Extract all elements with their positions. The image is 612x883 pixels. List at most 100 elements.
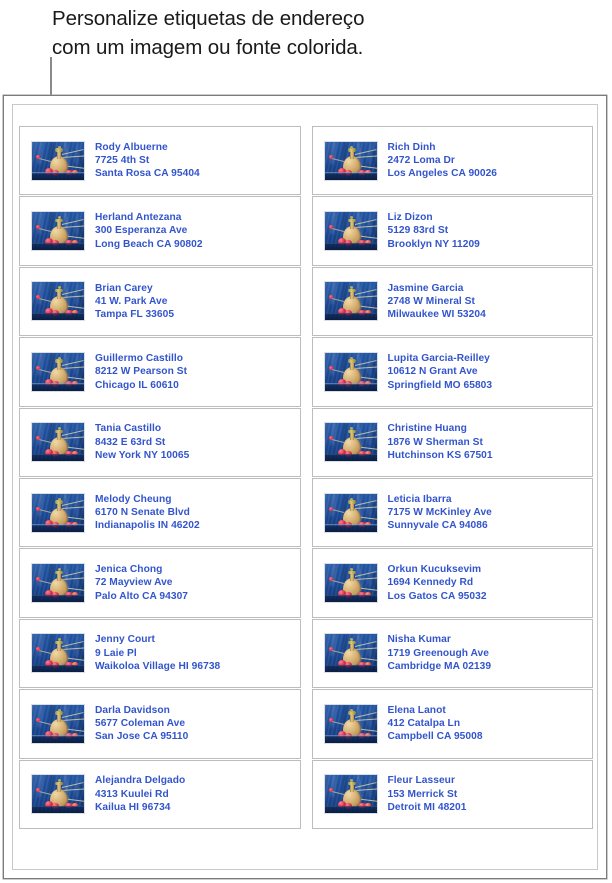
recipient-city: Palo Alto CA 94307	[95, 590, 188, 602]
recipient-city: Campbell CA 95008	[387, 731, 483, 743]
address-block: Lupita Garcia-Reilley 10612 N Grant Ave Sp…	[388, 352, 493, 392]
recipient-street: 8432 E 63rd St	[95, 436, 166, 448]
perfume-bottle-photo-icon	[323, 492, 378, 533]
perfume-bottle-photo-icon	[323, 774, 378, 815]
recipient-street: 9 Laie Pl	[95, 647, 137, 659]
recipient-street: 41 W. Park Ave	[95, 295, 168, 307]
perfume-bottle-photo-icon	[323, 633, 378, 674]
recipient-city: Tampa FL 33605	[95, 309, 175, 321]
recipient-name: Fleur Lasseur	[387, 775, 455, 787]
address-label-cell[interactable]: Lupita Garcia-Reilley 10612 N Grant Ave Sp…	[311, 337, 593, 407]
address-block: Orkun Kucuksevim 1694 Kennedy Rd Los Gatos…	[388, 563, 487, 603]
perfume-bottle-photo-icon	[323, 422, 378, 463]
recipient-city: Sunnyvale CA 94086	[387, 520, 488, 532]
address-label-cell[interactable]: Brian Carey 41 W. Park Ave Tampa FL 33605	[19, 266, 301, 337]
page-root: Personalize etiquetas de endereço com um…	[0, 0, 612, 883]
recipient-street: 10612 N Grant Ave	[387, 366, 478, 378]
address-block: Tania Castillo 8432 E 63rd St New York NY …	[95, 422, 189, 462]
recipient-city: San Jose CA 95110	[95, 731, 189, 743]
recipient-city: Chicago IL 60610	[95, 379, 179, 391]
recipient-name: Orkun Kucuksevim	[387, 564, 482, 576]
perfume-bottle-photo-icon	[323, 351, 378, 392]
address-label-cell[interactable]: Nisha Kumar 1719 Greenough Ave Cambridge M…	[311, 618, 593, 689]
recipient-street: 1719 Greenough Ave	[387, 647, 489, 659]
recipient-street: 7725 4th St	[95, 155, 150, 167]
address-block: Fleur Lasseur 153 Merrick St Detroit MI 48…	[388, 774, 467, 814]
recipient-name: Elena Lanot	[387, 704, 446, 716]
recipient-street: 7175 W McKinley Ave	[387, 507, 492, 518]
recipient-city: Cambridge MA 02139	[387, 661, 492, 673]
address-label-cell[interactable]: Orkun Kucuksevim 1694 Kennedy Rd Los Gatos…	[311, 548, 593, 618]
perfume-bottle-photo-icon	[31, 492, 85, 533]
recipient-name: Lupita Garcia-Reilley	[387, 352, 490, 364]
label-column-right: Rich Dinh 2472 Loma Dr Los Angeles CA 9002…	[311, 126, 593, 829]
address-block: Herland Antezana 300 Esperanza Ave Long Be…	[95, 211, 203, 251]
recipient-name: Melody Cheung	[95, 493, 172, 505]
recipient-name: Jenny Court	[95, 634, 155, 646]
recipient-name: Liz Dizon	[387, 212, 433, 224]
perfume-bottle-photo-icon	[323, 281, 378, 322]
recipient-street: 153 Merrick St	[387, 788, 458, 800]
address-label-cell[interactable]: Alejandra Delgado 4313 Kuulei Rd Kailua HI…	[19, 759, 301, 829]
recipient-street: 8212 W Pearson St	[95, 366, 188, 378]
address-label-cell[interactable]: Christine Huang 1876 W Sherman St Hutchins…	[311, 407, 593, 477]
address-label-cell[interactable]: Jasmine Garcia 2748 W Mineral St Milwaukee…	[311, 266, 593, 337]
caption-text: Personalize etiquetas de endereço com um…	[52, 7, 365, 59]
recipient-street: 300 Esperanza Ave	[95, 225, 188, 237]
address-label-cell[interactable]: Herland Antezana 300 Esperanza Ave Long Be…	[19, 196, 301, 266]
perfume-bottle-photo-icon	[31, 351, 85, 392]
address-label-cell[interactable]: Rody Albuerne 7725 4th St Santa Rosa CA 95…	[19, 126, 301, 196]
recipient-city: Indianapolis IN 46202	[95, 520, 200, 532]
recipient-name: Leticia Ibarra	[387, 493, 452, 505]
recipient-name: Alejandra Delgado	[95, 775, 186, 787]
address-label-cell[interactable]: Jenny Court 9 Laie Pl Waikoloa Village HI …	[19, 618, 301, 689]
address-block: Alejandra Delgado 4313 Kuulei Rd Kailua HI…	[95, 774, 185, 814]
recipient-city: Brooklyn NY 11209	[387, 238, 480, 250]
address-block: Jenny Court 9 Laie Pl Waikoloa Village HI …	[95, 633, 220, 673]
address-block: Leticia Ibarra 7175 W McKinley Ave Sunnyva…	[388, 493, 492, 533]
recipient-city: Hutchinson KS 67501	[387, 449, 493, 461]
recipient-street: 5129 83rd St	[387, 225, 449, 237]
recipient-name: Rich Dinh	[387, 141, 436, 153]
address-block: Darla Davidson 5677 Coleman Ave San Jose C…	[95, 704, 188, 744]
perfume-bottle-photo-icon	[31, 563, 85, 604]
recipient-name: Darla Davidson	[95, 704, 170, 716]
address-label-cell[interactable]: Fleur Lasseur 153 Merrick St Detroit MI 48…	[311, 759, 593, 829]
recipient-street: 2472 Loma Dr	[387, 155, 455, 167]
recipient-city: Los Gatos CA 95032	[387, 590, 487, 602]
address-block: Elena Lanot 412 Catalpa Ln Campbell CA 950…	[388, 704, 483, 744]
recipient-street: 72 Mayview Ave	[95, 577, 173, 589]
address-block: Jasmine Garcia 2748 W Mineral St Milwaukee…	[388, 282, 486, 322]
address-label-cell[interactable]: Melody Cheung 6170 N Senate Blvd Indianapo…	[19, 477, 301, 548]
label-sheet-inner: Rody Albuerne 7725 4th St Santa Rosa CA 95…	[12, 104, 598, 870]
recipient-name: Guillermo Castillo	[95, 352, 184, 364]
address-label-cell[interactable]: Leticia Ibarra 7175 W McKinley Ave Sunnyva…	[311, 477, 593, 548]
recipient-street: 5677 Coleman Ave	[95, 718, 186, 730]
address-label-cell[interactable]: Guillermo Castillo 8212 W Pearson St Chica…	[19, 337, 301, 407]
address-block: Jenica Chong 72 Mayview Ave Palo Alto CA 9…	[95, 563, 188, 603]
recipient-city: Long Beach CA 90802	[95, 238, 203, 250]
address-label-cell[interactable]: Elena Lanot 412 Catalpa Ln Campbell CA 950…	[311, 689, 593, 759]
recipient-name: Jenica Chong	[95, 564, 163, 576]
address-label-cell[interactable]: Liz Dizon 5129 83rd St Brooklyn NY 11209	[311, 196, 593, 266]
recipient-city: Milwaukee WI 53204	[387, 309, 486, 321]
recipient-street: 1876 W Sherman St	[387, 436, 483, 448]
label-grid: Rody Albuerne 7725 4th St Santa Rosa CA 95…	[19, 126, 593, 829]
address-block: Rody Albuerne 7725 4th St Santa Rosa CA 95…	[95, 141, 200, 181]
address-block: Nisha Kumar 1719 Greenough Ave Cambridge M…	[388, 633, 492, 673]
address-label-cell[interactable]: Rich Dinh 2472 Loma Dr Los Angeles CA 9002…	[311, 126, 593, 196]
address-label-cell[interactable]: Jenica Chong 72 Mayview Ave Palo Alto CA 9…	[19, 548, 301, 618]
perfume-bottle-photo-icon	[31, 281, 85, 322]
label-column-left: Rody Albuerne 7725 4th St Santa Rosa CA 95…	[19, 126, 301, 829]
recipient-name: Brian Carey	[95, 282, 153, 294]
recipient-street: 2748 W Mineral St	[387, 295, 475, 307]
address-block: Rich Dinh 2472 Loma Dr Los Angeles CA 9002…	[388, 141, 498, 181]
perfume-bottle-photo-icon	[31, 422, 85, 463]
address-label-cell[interactable]: Tania Castillo 8432 E 63rd St New York NY …	[19, 407, 301, 477]
perfume-bottle-photo-icon	[323, 211, 378, 252]
address-label-cell[interactable]: Darla Davidson 5677 Coleman Ave San Jose C…	[19, 689, 301, 759]
recipient-street: 6170 N Senate Blvd	[95, 507, 190, 518]
recipient-city: Los Angeles CA 90026	[387, 168, 498, 180]
recipient-name: Tania Castillo	[95, 423, 162, 435]
recipient-name: Jasmine Garcia	[387, 282, 464, 294]
